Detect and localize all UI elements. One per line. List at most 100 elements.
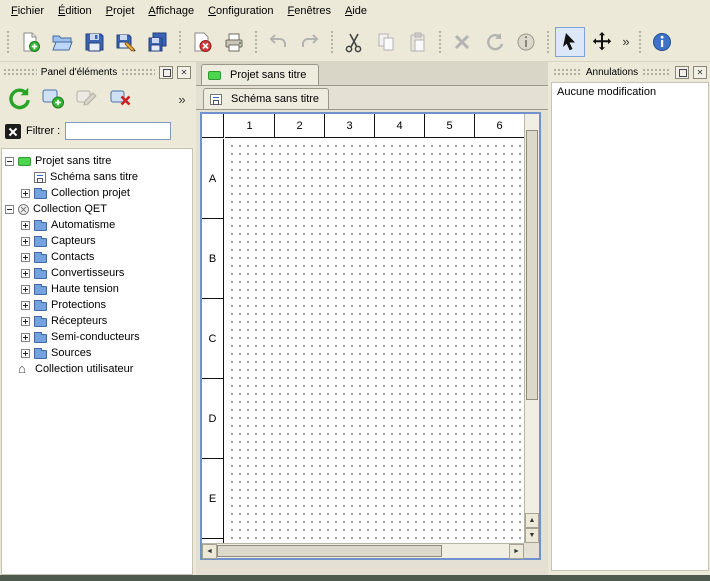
- tree-item-schema-sans-titre[interactable]: Schéma sans titre: [2, 169, 192, 185]
- menu-fichier[interactable]: Fichier: [4, 1, 51, 21]
- tree-item-sources[interactable]: Sources: [2, 345, 192, 361]
- column-label: 6: [475, 114, 524, 137]
- column-label: 2: [275, 114, 325, 137]
- tree-item-projet-sans-titre[interactable]: Projet sans titre: [2, 153, 192, 169]
- diagram-canvas[interactable]: [225, 139, 524, 543]
- filter-input[interactable]: [65, 122, 171, 140]
- edit-element-button[interactable]: [72, 84, 102, 114]
- tab-projet-sans-titre[interactable]: Projet sans titre: [201, 64, 319, 85]
- expand-icon[interactable]: [21, 253, 30, 262]
- tab-schema-sans-titre[interactable]: Schéma sans titre: [203, 88, 329, 109]
- panel-overflow-button[interactable]: »: [174, 92, 190, 107]
- undo-history-list[interactable]: Aucune modification: [551, 82, 709, 571]
- tree-item-automatisme[interactable]: Automatisme: [2, 217, 192, 233]
- save-all-button[interactable]: [143, 27, 173, 57]
- new-document-button[interactable]: [15, 27, 45, 57]
- toolbar-grip[interactable]: [637, 29, 643, 55]
- collapse-icon[interactable]: [5, 205, 14, 214]
- expand-icon[interactable]: [21, 269, 30, 278]
- tree-item-capteurs[interactable]: Capteurs: [2, 233, 192, 249]
- tree-item-semi-conducteurs[interactable]: Semi-conducteurs: [2, 329, 192, 345]
- tree-item-protections[interactable]: Protections: [2, 297, 192, 313]
- column-label: 1: [225, 114, 275, 137]
- expand-icon[interactable]: [21, 285, 30, 294]
- float-panel-button[interactable]: [675, 66, 689, 79]
- menu-configuration[interactable]: Configuration: [201, 1, 280, 21]
- toolbar-overflow-button[interactable]: »: [618, 34, 634, 49]
- schema-icon: [210, 94, 222, 105]
- expand-icon[interactable]: [21, 189, 30, 198]
- horizontal-scrollbar[interactable]: ◄ ►: [202, 543, 524, 558]
- menu-aide[interactable]: Aide: [338, 1, 374, 21]
- column-label: 5: [425, 114, 475, 137]
- delete-element-button[interactable]: [106, 84, 136, 114]
- undo-panel-titlebar[interactable]: Annulations ✕: [550, 62, 710, 80]
- row-label: C: [202, 299, 223, 379]
- toolbar-grip[interactable]: [253, 29, 259, 55]
- elements-panel-titlebar[interactable]: Panel d'éléments ✕: [0, 62, 194, 80]
- rotate-button[interactable]: [479, 27, 509, 57]
- new-element-button[interactable]: [38, 84, 68, 114]
- project-properties-button[interactable]: [647, 27, 677, 57]
- conductor-properties-button[interactable]: [511, 27, 541, 57]
- open-project-button[interactable]: [47, 27, 77, 57]
- print-button[interactable]: [219, 27, 249, 57]
- toolbar-grip[interactable]: [437, 29, 443, 55]
- dock-grip-dots: [553, 68, 582, 76]
- tree-item-haute-tension[interactable]: Haute tension: [2, 281, 192, 297]
- toolbar-grip[interactable]: [329, 29, 335, 55]
- tree-item-contacts[interactable]: Contacts: [2, 249, 192, 265]
- expand-icon[interactable]: [21, 237, 30, 246]
- clear-filter-icon[interactable]: [5, 124, 21, 139]
- close-file-icon: [191, 31, 213, 53]
- scroll-left-button[interactable]: ◄: [202, 544, 217, 559]
- copy-button[interactable]: [371, 27, 401, 57]
- close-panel-button[interactable]: ✕: [693, 66, 707, 79]
- scrollbar-track[interactable]: [442, 544, 509, 558]
- expand-icon[interactable]: [21, 349, 30, 358]
- select-mode-button[interactable]: [555, 27, 585, 57]
- collapse-icon[interactable]: [5, 157, 14, 166]
- toolbar-grip[interactable]: [5, 29, 11, 55]
- horizontal-scrollbar-thumb[interactable]: [217, 545, 442, 557]
- menu-projet[interactable]: Projet: [99, 1, 142, 21]
- move-icon: [591, 31, 613, 53]
- tree-item-label: Récepteurs: [51, 315, 107, 327]
- tree-item-collection-projet[interactable]: Collection projet: [2, 185, 192, 201]
- menu-fenetres[interactable]: Fenêtres: [281, 1, 338, 21]
- tree-item-convertisseurs[interactable]: Convertisseurs: [2, 265, 192, 281]
- close-panel-button[interactable]: ✕: [177, 66, 191, 79]
- save-button[interactable]: [79, 27, 109, 57]
- pan-mode-button[interactable]: [587, 27, 617, 57]
- close-file-button[interactable]: [187, 27, 217, 57]
- scroll-up-button[interactable]: ▲: [525, 513, 539, 528]
- save-as-button[interactable]: [111, 27, 141, 57]
- elements-tree[interactable]: Projet sans titre Schéma sans titre Coll…: [1, 148, 193, 575]
- reload-collections-button[interactable]: [4, 84, 34, 114]
- expand-icon[interactable]: [21, 333, 30, 342]
- dock-grip-dots: [3, 68, 37, 76]
- scroll-down-button[interactable]: ▼: [525, 528, 539, 543]
- toolbar-grip[interactable]: [545, 29, 551, 55]
- expand-icon[interactable]: [21, 301, 30, 310]
- expand-icon[interactable]: [21, 317, 30, 326]
- undo-button[interactable]: [263, 27, 293, 57]
- row-header: A B C D E: [202, 139, 224, 543]
- delete-button[interactable]: [447, 27, 477, 57]
- schema-icon: [34, 172, 46, 183]
- float-panel-button[interactable]: [159, 66, 173, 79]
- menu-edition[interactable]: Édition: [51, 1, 99, 21]
- folder-icon: [34, 238, 47, 247]
- cut-button[interactable]: [339, 27, 369, 57]
- vertical-scrollbar[interactable]: ▲ ▼: [524, 114, 539, 543]
- menu-affichage[interactable]: Affichage: [141, 1, 201, 21]
- paste-button[interactable]: [403, 27, 433, 57]
- tree-item-recepteurs[interactable]: Récepteurs: [2, 313, 192, 329]
- scroll-right-button[interactable]: ►: [509, 544, 524, 559]
- tree-item-collection-utilisateur[interactable]: Collection utilisateur: [2, 361, 192, 377]
- expand-icon[interactable]: [21, 221, 30, 230]
- tree-item-collection-qet[interactable]: Collection QET: [2, 201, 192, 217]
- vertical-scrollbar-thumb[interactable]: [526, 130, 538, 400]
- toolbar-grip[interactable]: [177, 29, 183, 55]
- redo-button[interactable]: [295, 27, 325, 57]
